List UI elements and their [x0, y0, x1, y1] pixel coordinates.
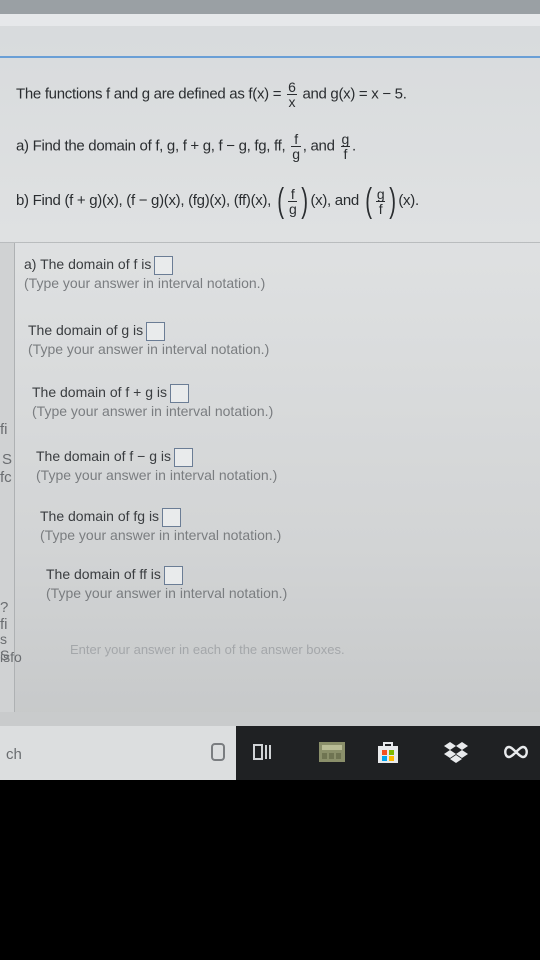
answer-area: a) The domain of f is (Type your answer … [14, 244, 540, 712]
frac-den: f [343, 146, 348, 162]
answer-hint: (Type your answer in interval notation.) [32, 403, 274, 419]
answer-label: a) The domain of f is [24, 256, 152, 273]
answer-hint: (Type your answer in interval notation.) [40, 527, 282, 543]
screen-photo: The functions f and g are defined as f(x… [0, 0, 540, 780]
domain-fg-input[interactable] [162, 508, 182, 527]
task-view-icon[interactable] [248, 736, 278, 768]
domain-f-plus-g-input[interactable] [170, 384, 190, 403]
answer-f-plus-g: The domain of f + g is (Type your answer… [32, 384, 273, 420]
intro-text: The functions f and g are defined as f(x… [16, 85, 282, 103]
answer-ff: The domain of ff is (Type your answer in… [46, 566, 287, 602]
f-fraction: 6 x [287, 80, 297, 109]
edge-text: fc [0, 469, 12, 486]
part-a-text: a) Find the domain of f, g, f + g, f − g… [16, 137, 286, 155]
f-denominator: x [288, 94, 296, 110]
part-a-period: . [352, 137, 356, 155]
page-bottom [0, 712, 540, 726]
frac-num: g [375, 185, 386, 202]
answer-label: The domain of fg is [40, 508, 160, 525]
section-divider [0, 242, 540, 243]
top-strip-light [0, 14, 540, 26]
part-b-x2: (x). [398, 191, 419, 209]
answer-f: a) The domain of f is (Type your answer … [24, 256, 265, 292]
frac-den: g [292, 146, 300, 162]
f-over-g: f g [291, 132, 301, 161]
domain-f-input[interactable] [154, 256, 174, 275]
edge-text: ?fi [0, 599, 9, 633]
answer-hint: (Type your answer in interval notation.) [36, 467, 278, 483]
answer-f-minus-g: The domain of f − g is (Type your answer… [36, 448, 277, 484]
problem-statement: The functions f and g are defined as f(x… [0, 60, 540, 235]
g-over-f: g f [340, 131, 350, 162]
domain-ff-input[interactable] [163, 566, 183, 585]
calculator-icon[interactable] [316, 736, 348, 768]
frac-den: g [288, 200, 297, 217]
domain-g-input[interactable] [146, 322, 166, 341]
frac-num: f [287, 187, 298, 202]
domain-f-minus-g-input[interactable] [174, 448, 194, 467]
answer-g: The domain of g is (Type your answer in … [28, 322, 269, 358]
frac-den: f [378, 200, 383, 217]
infinity-icon[interactable] [498, 736, 534, 768]
store-icon[interactable] [372, 736, 404, 768]
part-b-x1: (x), and [310, 191, 359, 209]
problem-intro: The functions f and g are defined as f(x… [16, 80, 407, 109]
paren-open: ( [277, 182, 284, 220]
enter-instructions: Enter your answer in each of the answer … [70, 642, 345, 657]
answer-label: The domain of ff is [46, 566, 161, 583]
answer-label: The domain of g is [28, 322, 144, 339]
dropbox-icon[interactable] [440, 736, 472, 768]
paren-open: ( [365, 182, 372, 220]
answer-hint: (Type your answer in interval notation.) [28, 341, 270, 357]
answer-hint: (Type your answer in interval notation.) [24, 275, 266, 291]
f-numerator: 6 [287, 79, 297, 95]
part-a-question: a) Find the domain of f, g, f + g, f − g… [16, 132, 356, 161]
g-definition: and g(x) = x − 5. [302, 85, 407, 103]
edge-text: fi [0, 421, 8, 438]
answer-label: The domain of f + g is [32, 384, 168, 401]
answer-fg: The domain of fg is (Type your answer in… [40, 508, 281, 544]
part-b-question: b) Find (f + g)(x), (f − g)(x), (fg)(x),… [16, 184, 419, 218]
frac-num: f [291, 132, 301, 147]
part-a-comma: , [302, 137, 307, 155]
header-divider [0, 56, 540, 58]
answer-label: The domain of f − g is [36, 448, 172, 465]
left-edge-panel: fi S fc ?fi s S isfo [0, 243, 22, 713]
search-box[interactable]: ch [0, 726, 200, 780]
paren-close: ) [389, 182, 397, 220]
part-a-and: and [310, 137, 335, 155]
part-b-text: b) Find (f + g)(x), (f − g)(x), (fg)(x),… [16, 191, 272, 209]
f-over-g-b: f g [287, 187, 298, 217]
frac-num: g [340, 131, 350, 147]
answer-hint: (Type your answer in interval notation.) [46, 585, 288, 601]
search-text: ch [6, 746, 22, 763]
cortana-icon[interactable] [204, 736, 232, 768]
edge-text: S [2, 451, 13, 468]
top-strip [0, 0, 540, 14]
g-over-f-b: g f [375, 185, 386, 217]
windows-taskbar: ch [0, 726, 540, 780]
paren-close: ) [301, 182, 309, 220]
